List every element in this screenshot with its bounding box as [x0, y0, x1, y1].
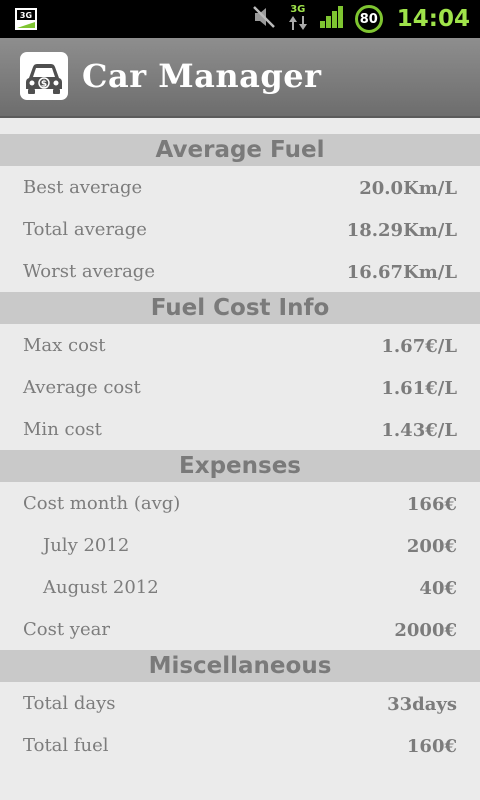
- row-value: 18.29Km/L: [346, 220, 457, 241]
- list-item: Min cost 1.43€/L: [0, 408, 480, 450]
- row-label: Total average: [23, 219, 147, 240]
- section-header-misc: Miscellaneous: [0, 650, 480, 682]
- row-label: Max cost: [23, 335, 106, 356]
- list-item: July 2012 200€: [0, 524, 480, 566]
- list-item: Cost month (avg) 166€: [0, 482, 480, 524]
- row-value: 20.0Km/L: [359, 178, 457, 199]
- action-bar: $ Car Manager: [0, 38, 480, 118]
- battery-level: 80: [359, 11, 378, 27]
- section-header-average-fuel: Average Fuel: [0, 134, 480, 166]
- row-label: Total days: [23, 693, 116, 714]
- network-3g-icon: 3G: [287, 3, 309, 34]
- mute-icon: [251, 4, 277, 34]
- row-value: 1.67€/L: [381, 336, 457, 357]
- list-item: August 2012 40€: [0, 566, 480, 608]
- status-time: 14:04: [396, 6, 470, 32]
- row-value: 16.67Km/L: [346, 262, 457, 283]
- stats-list[interactable]: Average Fuel Best average 20.0Km/L Total…: [0, 134, 480, 766]
- list-item: Best average 20.0Km/L: [0, 166, 480, 208]
- row-value: 1.43€/L: [381, 420, 457, 441]
- svg-text:$: $: [41, 80, 47, 90]
- row-value: 1.61€/L: [381, 378, 457, 399]
- list-item: Total days 33days: [0, 682, 480, 724]
- network-label: 3G: [290, 3, 306, 15]
- status-bar: 3G 3G 80 14:04: [0, 0, 480, 38]
- row-label: Average cost: [23, 377, 141, 398]
- app-title: Car Manager: [82, 57, 322, 95]
- row-label: August 2012: [43, 577, 159, 598]
- row-label: Best average: [23, 177, 143, 198]
- row-value: 200€: [406, 536, 457, 557]
- section-header-expenses: Expenses: [0, 450, 480, 482]
- row-value: 160€: [406, 736, 457, 757]
- row-label: Worst average: [23, 261, 155, 282]
- section-header-fuel-cost: Fuel Cost Info: [0, 292, 480, 324]
- list-item: Max cost 1.67€/L: [0, 324, 480, 366]
- sim-3g-icon: 3G: [14, 7, 38, 35]
- list-item: Worst average 16.67Km/L: [0, 250, 480, 292]
- row-label: Total fuel: [23, 735, 109, 756]
- car-icon[interactable]: $: [20, 52, 68, 100]
- row-label: Cost month (avg): [23, 493, 181, 514]
- row-value: 166€: [406, 494, 457, 515]
- battery-icon: 80: [354, 5, 383, 33]
- list-item: Total fuel 160€: [0, 724, 480, 766]
- row-value: 2000€: [394, 620, 457, 641]
- list-item: Cost year 2000€: [0, 608, 480, 650]
- row-label: Cost year: [23, 619, 110, 640]
- list-item: Total average 18.29Km/L: [0, 208, 480, 250]
- sim-badge-label: 3G: [20, 11, 32, 20]
- row-value: 40€: [419, 578, 457, 599]
- row-label: July 2012: [43, 535, 130, 556]
- list-item: Average cost 1.61€/L: [0, 366, 480, 408]
- signal-strength-icon: [319, 5, 345, 33]
- row-label: Min cost: [23, 419, 102, 440]
- row-value: 33days: [387, 694, 457, 715]
